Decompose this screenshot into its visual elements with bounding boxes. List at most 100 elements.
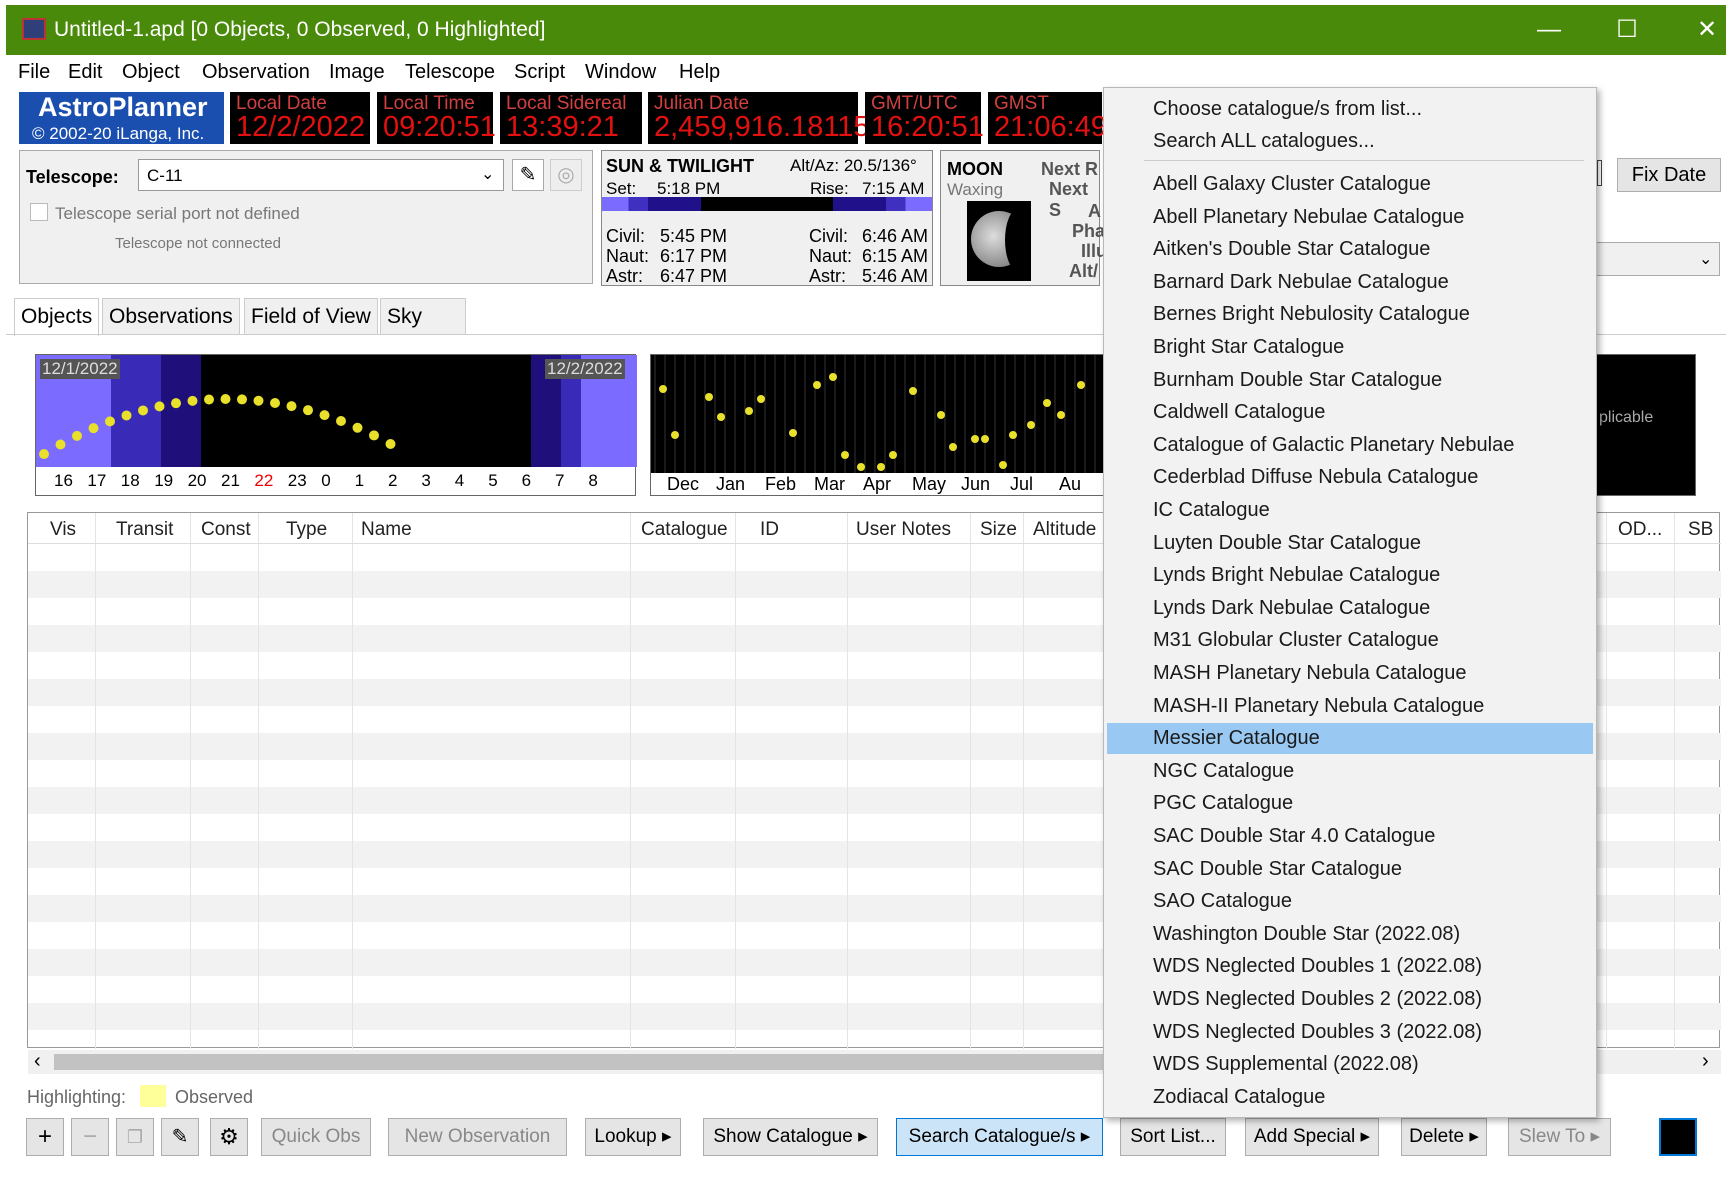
not-applicable-text: plicable — [1599, 409, 1654, 426]
col-sb[interactable]: SB — [1688, 519, 1713, 541]
menu-item-catalogue[interactable]: Catalogue of Galactic Planetary Nebulae — [1153, 434, 1514, 457]
menu-observation[interactable]: Observation — [202, 61, 310, 84]
menu-item-search-all[interactable]: Search ALL catalogues... — [1153, 130, 1375, 153]
logo-name: AstroPlanner — [38, 92, 208, 122]
menu-item-choose-catalogues[interactable]: Choose catalogue/s from list... — [1153, 98, 1422, 121]
add-icon[interactable]: + — [26, 1118, 64, 1156]
menu-item-catalogue[interactable]: Abell Galaxy Cluster Catalogue — [1153, 173, 1431, 196]
menu-item-catalogue[interactable]: WDS Neglected Doubles 3 (2022.08) — [1153, 1021, 1482, 1044]
lookup-label: Lookup — [594, 1126, 657, 1147]
col-size[interactable]: Size — [980, 519, 1017, 541]
scrollbar-thumb[interactable] — [54, 1054, 1114, 1070]
menu-image[interactable]: Image — [329, 61, 385, 84]
menu-file[interactable]: File — [18, 61, 50, 84]
hour-tick-label: 23 — [287, 471, 307, 490]
telescope-select[interactable]: C-11 ⌄ — [138, 159, 504, 191]
menu-item-catalogue[interactable]: Washington Double Star (2022.08) — [1153, 923, 1460, 946]
tab-observations[interactable]: Observations — [102, 298, 240, 334]
month-tick-label: May — [912, 474, 947, 494]
scroll-right-icon[interactable]: › — [1702, 1050, 1709, 1073]
tab-sky[interactable]: Sky — [380, 298, 466, 334]
duplicate-icon[interactable]: ❐ — [116, 1118, 154, 1156]
sun-rise-time: 7:15 AM — [862, 179, 925, 198]
menu-item-catalogue[interactable]: Abell Planetary Nebulae Catalogue — [1153, 206, 1464, 229]
scroll-left-icon[interactable]: ‹ — [34, 1050, 41, 1073]
col-id[interactable]: ID — [760, 519, 779, 541]
menu-item-catalogue[interactable]: MASH-II Planetary Nebula Catalogue — [1153, 695, 1484, 718]
col-altitude[interactable]: Altitude — [1033, 519, 1096, 541]
gear-icon[interactable]: ⚙ — [210, 1118, 248, 1156]
minimize-icon[interactable]: — — [1529, 13, 1569, 47]
remove-icon[interactable]: − — [71, 1118, 109, 1156]
search-catalogues-button[interactable]: Search Catalogue/s ▸ — [896, 1118, 1103, 1156]
menu-item-catalogue[interactable]: Lynds Dark Nebulae Catalogue — [1153, 597, 1430, 620]
menu-telescope[interactable]: Telescope — [405, 61, 495, 84]
menu-item-catalogue[interactable]: NGC Catalogue — [1153, 760, 1294, 783]
sky-image-icon[interactable] — [1659, 1118, 1697, 1156]
add-special-button[interactable]: Add Special ▸ — [1245, 1118, 1379, 1156]
menu-item-catalogue[interactable]: Luyten Double Star Catalogue — [1153, 532, 1421, 555]
menu-item-catalogue[interactable]: WDS Supplemental (2022.08) — [1153, 1053, 1419, 1076]
serial-port-checkbox[interactable] — [30, 203, 48, 221]
menu-item-catalogue[interactable]: Aitken's Double Star Catalogue — [1153, 238, 1430, 261]
menu-window[interactable]: Window — [585, 61, 656, 84]
quick-obs-button[interactable]: Quick Obs — [261, 1118, 371, 1156]
col-user-notes[interactable]: User Notes — [856, 519, 951, 541]
yearly-visibility-chart[interactable]: Dec Jan Feb Mar Apr May Jun Jul Au — [650, 354, 1106, 496]
slew-to-button[interactable]: Slew To ▸ — [1508, 1118, 1611, 1156]
menu-item-catalogue[interactable]: Lynds Bright Nebulae Catalogue — [1153, 564, 1440, 587]
clock-local-sidereal: Local Sidereal 13:39:21 — [500, 92, 642, 144]
menu-item-catalogue[interactable]: Bright Star Catalogue — [1153, 336, 1344, 359]
col-vis[interactable]: Vis — [50, 519, 76, 541]
altitude-chart[interactable]: 12/1/2022 12/2/2022 16 17 18 19 20 21 22 23 0 1 2 3… — [35, 354, 637, 496]
col-name[interactable]: Name — [361, 519, 412, 541]
show-catalogue-button[interactable]: Show Catalogue ▸ — [703, 1118, 878, 1156]
fix-date-button[interactable]: Fix Date — [1617, 158, 1721, 192]
tab-objects[interactable]: Objects — [14, 298, 100, 336]
lookup-button[interactable]: Lookup ▸ — [585, 1118, 681, 1156]
sort-list-button[interactable]: Sort List... — [1120, 1118, 1226, 1156]
menu-edit[interactable]: Edit — [68, 61, 102, 84]
menu-item-catalogue[interactable]: MASH Planetary Nebula Catalogue — [1153, 662, 1467, 685]
new-observation-button[interactable]: New Observation — [388, 1118, 567, 1156]
menu-item-catalogue[interactable]: WDS Neglected Doubles 1 (2022.08) — [1153, 955, 1482, 978]
moon-panel: MOON Waxing Next R Next S A Pha Illu Alt… — [940, 150, 1107, 286]
menu-help[interactable]: Help — [679, 61, 720, 84]
col-transit[interactable]: Transit — [116, 519, 173, 541]
menu-item-catalogue[interactable]: Bernes Bright Nebulosity Catalogue — [1153, 303, 1470, 326]
maximize-icon[interactable]: ☐ — [1607, 13, 1647, 47]
menu-item-catalogue[interactable]: IC Catalogue — [1153, 499, 1270, 522]
menu-item-catalogue[interactable]: M31 Globular Cluster Catalogue — [1153, 629, 1439, 652]
menu-item-catalogue[interactable]: PGC Catalogue — [1153, 792, 1293, 815]
sun-title: SUN & TWILIGHT — [606, 156, 754, 176]
menu-item-catalogue[interactable]: Cederblad Diffuse Nebula Catalogue — [1153, 466, 1478, 489]
morning-astr-label: Astr: — [809, 266, 847, 286]
col-const[interactable]: Const — [201, 519, 251, 541]
menu-object[interactable]: Object — [122, 61, 180, 84]
menu-item-catalogue[interactable]: SAC Double Star Catalogue — [1153, 858, 1402, 881]
menu-item-catalogue[interactable]: Zodiacal Catalogue — [1153, 1086, 1325, 1109]
menu-item-catalogue[interactable]: Caldwell Catalogue — [1153, 401, 1325, 424]
logo-copyright: © 2002-20 iLanga, Inc. — [32, 124, 205, 143]
col-type[interactable]: Type — [286, 519, 327, 541]
menu-item-catalogue[interactable]: Barnard Dark Nebulae Catalogue — [1153, 271, 1449, 294]
menu-item-catalogue[interactable]: WDS Neglected Doubles 2 (2022.08) — [1153, 988, 1482, 1011]
menu-script[interactable]: Script — [514, 61, 565, 84]
right-dropdown[interactable]: ⌄ — [1590, 242, 1720, 276]
visibility-dot — [671, 431, 679, 439]
col-od[interactable]: OD... — [1618, 519, 1662, 541]
edit-icon[interactable]: ✎ — [161, 1118, 199, 1156]
evening-civil-time: 5:45 PM — [660, 226, 728, 246]
menu-item-catalogue[interactable]: SAO Catalogue — [1153, 890, 1292, 913]
menu-item-catalogue[interactable]: Burnham Double Star Catalogue — [1153, 369, 1442, 392]
tab-field-of-view[interactable]: Field of View — [244, 298, 378, 334]
close-icon[interactable]: ✕ — [1687, 13, 1727, 47]
delete-button[interactable]: Delete ▸ — [1401, 1118, 1487, 1156]
menu-item-catalogue[interactable]: SAC Double Star 4.0 Catalogue — [1153, 825, 1435, 848]
edit-telescope-icon[interactable]: ✎ — [512, 159, 544, 191]
col-catalogue[interactable]: Catalogue — [641, 519, 728, 541]
globe-icon[interactable]: ◎ — [550, 159, 582, 191]
hour-tick-label: 16 — [54, 471, 73, 490]
menu-item-catalogue[interactable]: Messier Catalogue — [1153, 727, 1320, 750]
visibility-dot — [889, 451, 897, 459]
